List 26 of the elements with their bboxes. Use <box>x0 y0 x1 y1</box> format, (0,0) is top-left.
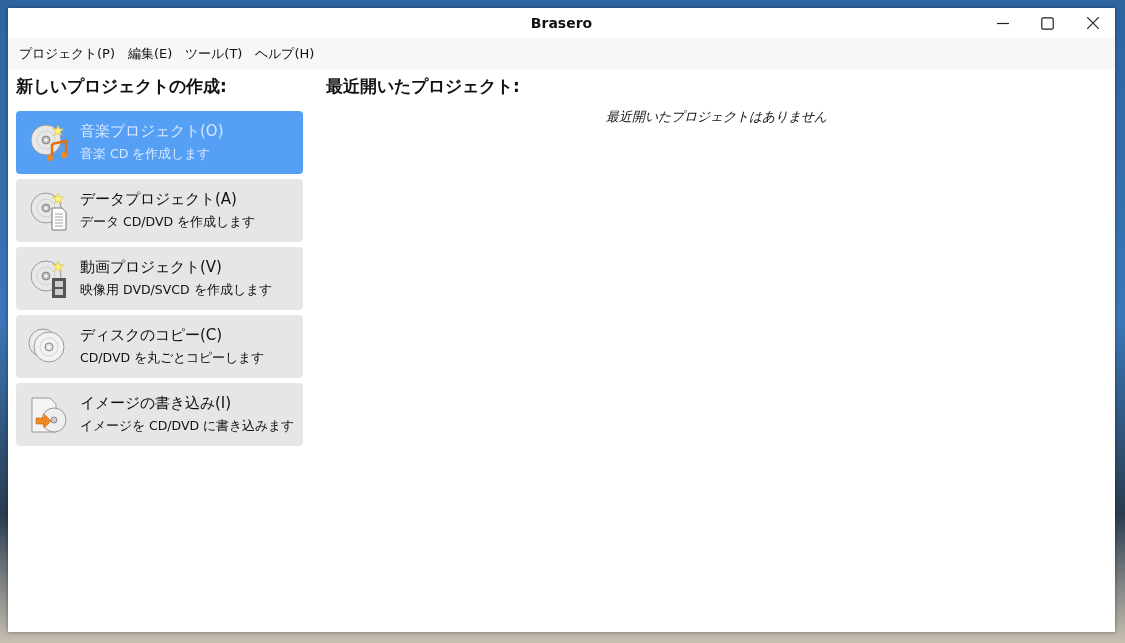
music-disc-icon <box>28 121 70 164</box>
project-button[interactable]: 動画プロジェクト(V) 映像用 DVD/SVCD を作成します <box>16 247 303 310</box>
project-title: 音楽プロジェクト(O) <box>80 122 224 141</box>
menu-item[interactable]: ヘルプ(H) <box>250 40 323 67</box>
project-description: CD/DVD を丸ごとコピーします <box>80 350 265 367</box>
project-button[interactable]: ディスクのコピー(C) CD/DVD を丸ごとコピーします <box>16 315 303 378</box>
menu-item[interactable]: 編集(E) <box>123 40 181 67</box>
project-title: 動画プロジェクト(V) <box>80 258 223 277</box>
section-heading: 新しいプロジェクトの作成: <box>16 75 228 98</box>
project-button[interactable]: データプロジェクト(A) データ CD/DVD を作成します <box>16 179 303 242</box>
project-description: イメージを CD/DVD に書き込みます <box>80 418 295 435</box>
project-description: データ CD/DVD を作成します <box>80 214 256 231</box>
window-title: Brasero <box>530 15 593 31</box>
data-disc-icon <box>28 189 70 232</box>
close-icon <box>1086 17 1099 29</box>
project-description: 音楽 CD を作成します <box>80 146 212 163</box>
project-title: データプロジェクト(A) <box>80 190 238 209</box>
project-button[interactable]: イメージの書き込み(I) イメージを CD/DVD に書き込みます <box>16 383 303 446</box>
maximize-icon <box>1041 16 1054 30</box>
menu-item[interactable]: ツール(T) <box>180 40 251 67</box>
project-title: ディスクのコピー(C) <box>80 326 224 345</box>
menu-item[interactable]: プロジェクト(P) <box>14 40 123 67</box>
section-heading: 最近開いたプロジェクト: <box>326 75 521 98</box>
project-title: イメージの書き込み(I) <box>80 394 233 413</box>
empty-message: 最近開いたプロジェクトはありません <box>605 108 828 126</box>
project-description: 映像用 DVD/SVCD を作成します <box>80 282 272 299</box>
